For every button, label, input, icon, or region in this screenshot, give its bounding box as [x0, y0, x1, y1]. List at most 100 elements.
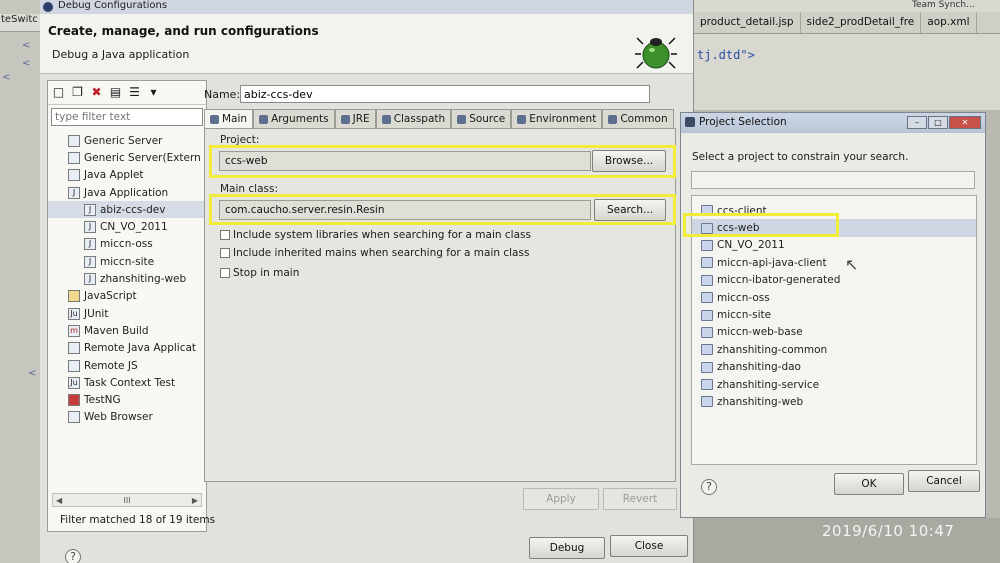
list-item[interactable]: miccn-oss — [692, 289, 976, 306]
tree-item-label: miccn-oss — [100, 238, 153, 251]
help-icon[interactable]: ? — [65, 549, 81, 563]
delete-icon[interactable]: ✖ — [90, 86, 103, 99]
chevron-left-icon: < — [22, 40, 31, 51]
editor-tab-product-detail[interactable]: product_detail.jsp — [694, 12, 801, 33]
checkbox-label: Include system libraries when searching … — [233, 229, 531, 241]
list-item-label: miccn-api-java-client — [717, 256, 827, 269]
tree-item-selected[interactable]: Jabiz-ccs-dev — [48, 201, 206, 219]
tab-arguments[interactable]: Arguments — [253, 109, 335, 128]
tree-item[interactable]: Ju JUnit — [48, 305, 206, 322]
project-selection-title: Project Selection — [699, 116, 787, 128]
tree-item[interactable]: Generic Server(Extern — [48, 149, 206, 166]
tab-environment[interactable]: Environment — [511, 109, 603, 128]
dialog-banner: Create, manage, and run configurations D… — [40, 14, 693, 74]
tab-common[interactable]: Common — [602, 109, 674, 128]
window-controls: – □ ✕ — [907, 116, 981, 129]
tab-label: Main — [222, 113, 248, 125]
chevron-down-icon[interactable]: ▾ — [147, 86, 160, 99]
name-input[interactable] — [240, 85, 650, 103]
tree-item[interactable]: m Maven Build — [48, 322, 206, 339]
cancel-button[interactable]: Cancel — [908, 470, 980, 492]
close-button[interactable]: Close — [610, 535, 688, 557]
project-filter-input[interactable] — [691, 171, 975, 189]
config-tabs: Main Arguments JRE Classpath Source Envi… — [204, 109, 676, 129]
tree-item-label: CN_VO_2011 — [100, 221, 168, 234]
scroll-thumb-icon[interactable]: III — [123, 496, 130, 505]
tree-item[interactable]: Java Applet — [48, 167, 206, 184]
tree-item[interactable]: JavaScript — [48, 288, 206, 305]
collapse-all-icon[interactable]: ▤ — [109, 86, 122, 99]
filter-icon[interactable]: ☰ — [128, 86, 141, 99]
tab-classpath[interactable]: Classpath — [375, 109, 452, 128]
tree-item[interactable]: Jmiccn-site — [48, 253, 206, 270]
java-application-icon: J — [84, 238, 96, 251]
editor-tab-side2[interactable]: side2_prodDetail_fre — [801, 12, 922, 33]
help-icon[interactable]: ? — [701, 479, 717, 495]
duplicate-icon[interactable]: ❐ — [71, 86, 84, 99]
tree-item[interactable]: Generic Server — [48, 132, 206, 149]
tree-item[interactable]: TestNG — [48, 391, 206, 408]
debug-button[interactable]: Debug — [529, 537, 605, 559]
project-folder-icon — [701, 379, 713, 391]
background-editor-tab[interactable]: teSwitc — [0, 14, 40, 32]
filter-input[interactable] — [51, 108, 203, 126]
project-folder-icon — [701, 239, 713, 251]
maven-icon: m — [68, 324, 80, 337]
tree-item[interactable]: Ju Task Context Test — [48, 374, 206, 391]
checkbox-box[interactable] — [220, 248, 230, 258]
maximize-icon[interactable]: □ — [928, 116, 948, 129]
list-item[interactable]: miccn-site — [692, 306, 976, 323]
editor-code-text: tj.dtd"> — [697, 48, 755, 62]
list-item[interactable]: miccn-ibator-generated — [692, 272, 976, 289]
tree-item[interactable]: Jzhanshiting-web — [48, 270, 206, 287]
junit-icon: Ju — [68, 307, 80, 320]
include-system-libraries-checkbox[interactable]: Include system libraries when searching … — [220, 229, 531, 241]
configuration-tree: Generic Server Generic Server(Extern Jav… — [48, 129, 206, 426]
list-item[interactable]: zhanshiting-dao — [692, 359, 976, 376]
list-item[interactable]: CN_VO_2011 — [692, 237, 976, 254]
photo-timestamp: 2019/6/10 10:47 — [822, 522, 955, 540]
include-inherited-mains-checkbox[interactable]: Include inherited mains when searching f… — [220, 247, 529, 259]
java-application-icon: J — [84, 273, 96, 286]
list-item[interactable]: zhanshiting-common — [692, 341, 976, 358]
tree-item[interactable]: Remote Java Applicat — [48, 340, 206, 357]
minimize-icon[interactable]: – — [907, 116, 927, 129]
tree-horizontal-scrollbar[interactable]: ◀ III ▶ — [52, 493, 202, 507]
task-context-icon: Ju — [68, 376, 80, 389]
stop-in-main-checkbox[interactable]: Stop in main — [220, 267, 299, 279]
ok-button[interactable]: OK — [834, 473, 904, 495]
tree-item-label: Java Application — [84, 186, 169, 199]
list-item-label: zhanshiting-service — [717, 378, 820, 391]
tab-source[interactable]: Source — [451, 109, 512, 128]
debug-app-icon — [43, 2, 53, 12]
source-tab-icon — [457, 114, 467, 124]
close-icon[interactable]: ✕ — [949, 116, 981, 129]
tree-item[interactable]: Web Browser — [48, 409, 206, 426]
tree-item[interactable]: J Java Application — [48, 184, 206, 201]
list-item[interactable]: miccn-api-java-client — [692, 254, 976, 271]
revert-button[interactable]: Revert — [603, 488, 677, 510]
tab-main[interactable]: Main — [204, 109, 254, 128]
project-folder-icon — [701, 396, 713, 408]
list-item[interactable]: zhanshiting-service — [692, 376, 976, 393]
team-sync-label[interactable]: Team Synch... — [912, 0, 975, 10]
list-item[interactable]: miccn-web-base — [692, 324, 976, 341]
editor-tab-aop[interactable]: aop.xml — [921, 12, 977, 33]
list-item-label: miccn-oss — [717, 291, 770, 304]
tree-item-label: TestNG — [84, 394, 121, 407]
scroll-right-icon[interactable]: ▶ — [192, 496, 198, 505]
project-highlight — [209, 145, 676, 178]
java-application-icon: J — [84, 255, 96, 268]
tree-item[interactable]: Jmiccn-oss — [48, 236, 206, 253]
scroll-left-icon[interactable]: ◀ — [56, 496, 62, 505]
tree-item[interactable]: Remote JS — [48, 357, 206, 374]
jre-tab-icon — [340, 114, 350, 124]
checkbox-box[interactable] — [220, 230, 230, 240]
tree-item[interactable]: J CN_VO_2011 — [48, 218, 206, 235]
dialog-title: Debug Configurations — [58, 0, 168, 11]
list-item[interactable]: zhanshiting-web — [692, 393, 976, 410]
apply-button[interactable]: Apply — [523, 488, 599, 510]
new-config-icon[interactable]: □ — [52, 86, 65, 99]
checkbox-box[interactable] — [220, 268, 230, 278]
tab-jre[interactable]: JRE — [334, 109, 376, 128]
